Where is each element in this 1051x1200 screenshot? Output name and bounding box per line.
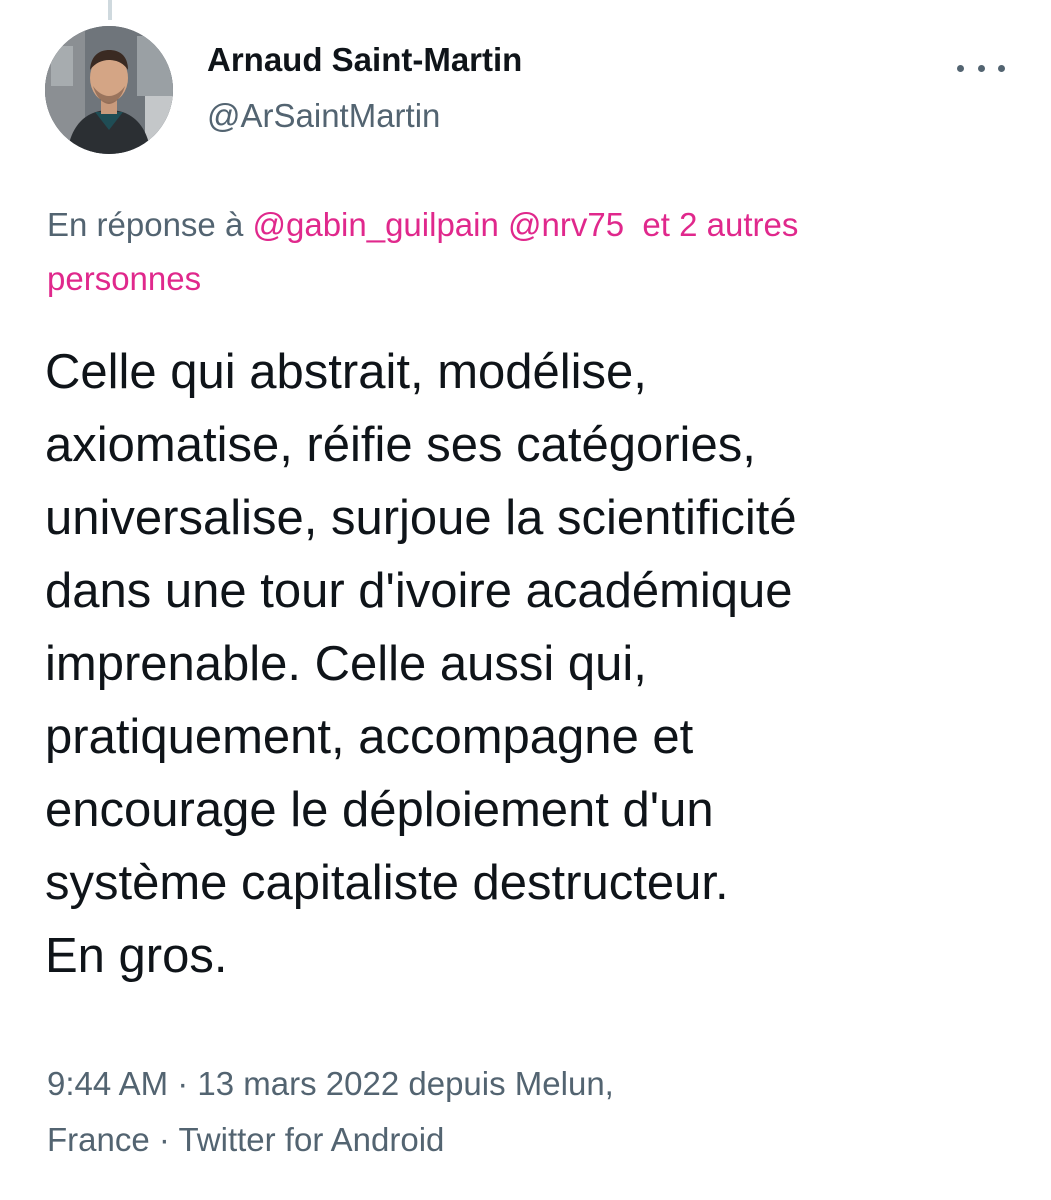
tweet-date[interactable]: 13 mars 2022	[197, 1065, 399, 1102]
tweet-text: Celle qui abstrait, modélise, axiomatise…	[45, 336, 1020, 993]
tweet-text-line: système capitaliste destructeur.	[45, 856, 729, 910]
thread-connector-line	[108, 0, 112, 20]
avatar[interactable]	[45, 26, 173, 154]
meta-separator: ·	[168, 1065, 198, 1102]
tweet-text-line: encourage le déploiement d'un	[45, 783, 714, 837]
tweet-time[interactable]: 9:44 AM	[47, 1065, 168, 1102]
location-link-part-2[interactable]: France	[47, 1121, 150, 1158]
more-dot	[957, 64, 964, 72]
tweet-text-line: Celle qui abstrait, modélise,	[45, 345, 647, 399]
tweet-text-line: dans une tour d'ivoire académique	[45, 564, 793, 618]
user-photo-icon	[45, 26, 173, 154]
author-display-name[interactable]: Arnaud Saint-Martin	[207, 40, 522, 80]
tweet-text-line: axiomatise, réifie ses catégories,	[45, 418, 756, 472]
mention-link[interactable]: @gabin_guilpain	[252, 206, 498, 243]
reply-context: En réponse à @gabin_guilpain @nrv75 et 2…	[47, 198, 1007, 306]
author-names: Arnaud Saint-Martin @ArSaintMartin	[207, 40, 522, 136]
more-horizontal-icon[interactable]	[957, 56, 1005, 80]
tweet-meta: 9:44 AM · 13 mars 2022 depuis Melun, Fra…	[47, 1056, 1007, 1168]
reply-prefix: En réponse à	[47, 206, 244, 243]
more-dot	[977, 64, 985, 72]
tweet-text-line: pratiquement, accompagne et	[45, 710, 694, 764]
tweet-source[interactable]: Twitter for Android	[178, 1121, 444, 1158]
tweet-text-line: universalise, surjoue la scientificité	[45, 491, 797, 545]
tweet-header: Arnaud Saint-Martin @ArSaintMartin	[45, 26, 1005, 154]
others-line-1: et 2 autres	[642, 206, 799, 243]
others-line-2: personnes	[47, 260, 202, 297]
location-prefix: depuis	[408, 1065, 506, 1102]
meta-line-2: France · Twitter for Android	[47, 1112, 1007, 1168]
tweet-text-line: imprenable. Celle aussi qui,	[45, 637, 647, 691]
mention-link[interactable]: @nrv75	[508, 206, 624, 243]
location-link-part-1[interactable]: Melun,	[515, 1065, 614, 1102]
tweet-text-line: En gros.	[45, 929, 228, 983]
meta-line-1: 9:44 AM · 13 mars 2022 depuis Melun,	[47, 1056, 1007, 1112]
author-handle[interactable]: @ArSaintMartin	[207, 96, 522, 136]
meta-separator: ·	[149, 1121, 179, 1158]
more-dot	[998, 64, 1005, 72]
